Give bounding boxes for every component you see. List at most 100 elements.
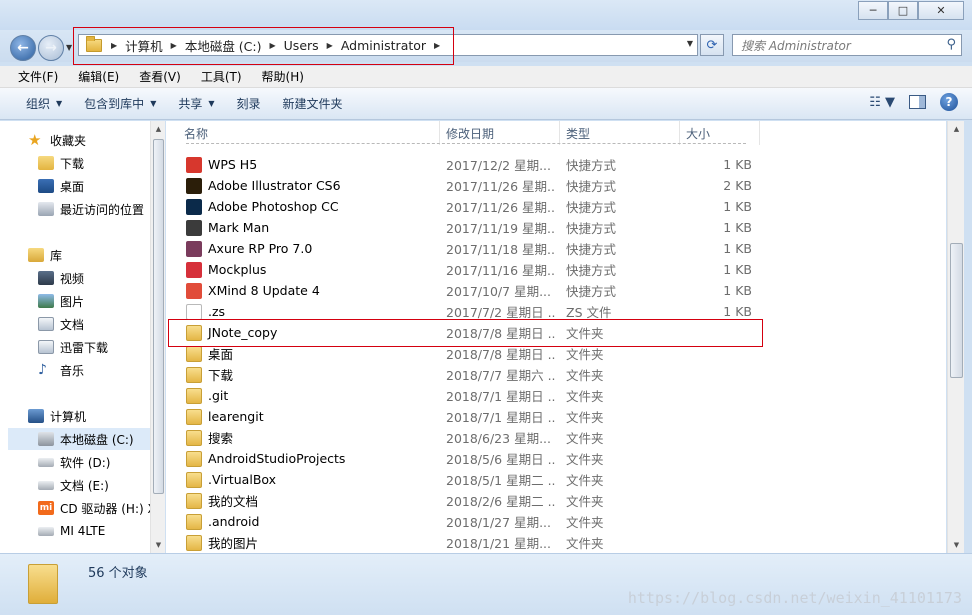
file-name-cell[interactable]: learengit bbox=[186, 406, 436, 427]
table-row[interactable]: Mockplus 2017/11/16 星期... 快捷方式 1 KB bbox=[166, 259, 946, 280]
table-row[interactable]: learengit 2018/7/1 星期日 ... 文件夹 bbox=[166, 406, 946, 427]
nav-libraries[interactable]: 库 bbox=[28, 244, 62, 266]
table-row[interactable]: .VirtualBox 2018/5/1 星期二 ... 文件夹 bbox=[166, 469, 946, 490]
file-name-cell[interactable]: .android bbox=[186, 511, 436, 532]
table-row[interactable]: Adobe Photoshop CC 2017/11/26 星期... 快捷方式 1 … bbox=[166, 196, 946, 217]
nav-thunder-downloads[interactable]: 迅雷下载 bbox=[38, 336, 108, 358]
breadcrumb-arrow-icon[interactable]: ▶ bbox=[265, 41, 281, 50]
nav-pictures[interactable]: 图片 bbox=[38, 290, 84, 312]
table-row[interactable]: WPS H5 2017/12/2 星期... 快捷方式 1 KB bbox=[166, 154, 946, 175]
file-name-cell[interactable]: Axure RP Pro 7.0 bbox=[186, 238, 436, 259]
column-header-type[interactable]: 类型 bbox=[560, 121, 680, 145]
file-name-cell[interactable]: .zs bbox=[186, 301, 436, 322]
table-row[interactable]: 我的文档 2018/2/6 星期二 ... 文件夹 bbox=[166, 490, 946, 511]
nav-music[interactable]: ♪ 音乐 bbox=[38, 359, 84, 381]
file-list-scrollbar[interactable]: ▲ ▼ bbox=[947, 121, 964, 553]
maximize-button[interactable]: □ bbox=[888, 1, 918, 20]
file-name-cell[interactable]: XMind 8 Update 4 bbox=[186, 280, 436, 301]
breadcrumb-arrow-icon[interactable]: ▶ bbox=[429, 41, 445, 50]
breadcrumb-computer[interactable]: 计算机 bbox=[122, 35, 166, 55]
file-name-cell[interactable]: JNote_copy bbox=[186, 322, 436, 343]
scroll-up-icon[interactable]: ▲ bbox=[151, 121, 166, 137]
breadcrumb-arrow-icon[interactable]: ▶ bbox=[166, 41, 182, 50]
file-list-scroll-thumb[interactable] bbox=[950, 243, 963, 378]
preview-pane-icon[interactable] bbox=[909, 95, 926, 109]
table-row[interactable]: .android 2018/1/27 星期... 文件夹 bbox=[166, 511, 946, 532]
table-row[interactable]: 我的图片 2018/1/21 星期... 文件夹 bbox=[166, 532, 946, 553]
back-button[interactable]: ← bbox=[10, 35, 36, 61]
nav-drive-d[interactable]: 软件 (D:) bbox=[38, 451, 110, 473]
table-row[interactable]: Adobe Illustrator CS6 2017/11/26 星期... 快捷方… bbox=[166, 175, 946, 196]
file-name-cell[interactable]: Mark Man bbox=[186, 217, 436, 238]
table-row[interactable]: XMind 8 Update 4 2017/10/7 星期... 快捷方式 1 KB bbox=[166, 280, 946, 301]
scroll-down-icon[interactable]: ▼ bbox=[151, 537, 166, 553]
nav-videos[interactable]: 视频 bbox=[38, 267, 84, 289]
file-name-cell[interactable]: 我的文档 bbox=[186, 490, 436, 511]
breadcrumb-local-disk[interactable]: 本地磁盘 (C:) bbox=[182, 35, 265, 55]
table-row[interactable]: Axure RP Pro 7.0 2017/11/18 星期... 快捷方式 1 KB bbox=[166, 238, 946, 259]
menu-help[interactable]: 帮助(H) bbox=[252, 68, 314, 85]
share-button[interactable]: 共享 ▼ bbox=[170, 95, 228, 112]
nav-scroll-thumb[interactable] bbox=[153, 139, 164, 494]
file-name-cell[interactable]: 下载 bbox=[186, 364, 436, 385]
file-name-cell[interactable]: Mockplus bbox=[186, 259, 436, 280]
refresh-button[interactable]: ⟳ bbox=[700, 34, 724, 56]
organize-button[interactable]: 组织 ▼ bbox=[18, 95, 76, 112]
file-name-cell[interactable]: 桌面 bbox=[186, 343, 436, 364]
table-row[interactable]: 下载 2018/7/7 星期六 ... 文件夹 bbox=[166, 364, 946, 385]
file-name-cell[interactable]: 搜索 bbox=[186, 427, 436, 448]
close-button[interactable]: ✕ bbox=[918, 1, 964, 20]
scroll-down-icon[interactable]: ▼ bbox=[948, 537, 965, 553]
burn-button[interactable]: 刻录 bbox=[229, 95, 275, 112]
breadcrumb-administrator[interactable]: Administrator bbox=[338, 35, 429, 55]
nav-cd-drive-h[interactable]: mi CD 驱动器 (H:) X bbox=[38, 497, 150, 519]
breadcrumb-arrow-icon[interactable]: ▶ bbox=[322, 41, 338, 50]
nav-recent-places[interactable]: 最近访问的位置 bbox=[38, 198, 144, 220]
table-row[interactable]: 桌面 2018/7/8 星期日 ... 文件夹 bbox=[166, 343, 946, 364]
search-icon[interactable]: ⚲ bbox=[946, 37, 956, 52]
file-name-cell[interactable]: Adobe Photoshop CC bbox=[186, 196, 436, 217]
table-row[interactable]: AndroidStudioProjects 2018/5/6 星期日 ... 文件夹 bbox=[166, 448, 946, 469]
file-name-cell[interactable]: 我的图片 bbox=[186, 532, 436, 553]
column-header-size[interactable]: 大小 bbox=[680, 121, 760, 145]
file-name-cell[interactable]: .git bbox=[186, 385, 436, 406]
file-name-cell[interactable]: WPS H5 bbox=[186, 154, 436, 175]
scroll-up-icon[interactable]: ▲ bbox=[948, 121, 965, 137]
nav-favorites[interactable]: ★ 收藏夹 bbox=[28, 129, 86, 151]
minimize-button[interactable]: ─ bbox=[858, 1, 888, 20]
nav-scrollbar[interactable]: ▲ ▼ bbox=[150, 121, 165, 553]
menu-file[interactable]: 文件(F) bbox=[8, 68, 68, 85]
new-folder-button[interactable]: 新建文件夹 bbox=[275, 95, 357, 112]
table-row[interactable]: .git 2018/7/1 星期日 ... 文件夹 bbox=[166, 385, 946, 406]
nav-drive-e[interactable]: 文档 (E:) bbox=[38, 474, 109, 496]
file-name-cell[interactable]: .VirtualBox bbox=[186, 469, 436, 490]
nav-documents[interactable]: 文档 bbox=[38, 313, 84, 335]
change-view-icon[interactable]: ☷ ▼ bbox=[869, 95, 895, 110]
menu-view[interactable]: 查看(V) bbox=[129, 68, 191, 85]
column-header-date[interactable]: 修改日期 bbox=[440, 121, 560, 145]
file-name-cell[interactable]: AndroidStudioProjects bbox=[186, 448, 436, 469]
nav-mi-4lte[interactable]: MI 4LTE bbox=[38, 520, 105, 542]
menu-edit[interactable]: 编辑(E) bbox=[68, 68, 129, 85]
help-icon[interactable]: ? bbox=[940, 93, 958, 111]
table-row[interactable]: .zs 2017/7/2 星期日 ... ZS 文件 1 KB bbox=[166, 301, 946, 322]
nav-downloads[interactable]: 下载 bbox=[38, 152, 84, 174]
include-in-library-button[interactable]: 包含到库中 ▼ bbox=[76, 95, 170, 112]
breadcrumb-users[interactable]: Users bbox=[281, 35, 322, 55]
nav-computer[interactable]: 计算机 bbox=[28, 405, 86, 427]
file-name-cell[interactable]: Adobe Illustrator CS6 bbox=[186, 175, 436, 196]
nav-desktop[interactable]: 桌面 bbox=[38, 175, 84, 197]
breadcrumb-arrow-icon[interactable]: ▶ bbox=[106, 41, 122, 50]
table-row[interactable]: JNote_copy 2018/7/8 星期日 ... 文件夹 bbox=[166, 322, 946, 343]
nav-local-disk-c[interactable]: 本地磁盘 (C:) bbox=[8, 428, 150, 450]
column-header-name[interactable]: 名称 bbox=[178, 121, 440, 145]
table-row[interactable]: Mark Man 2017/11/19 星期... 快捷方式 1 KB bbox=[166, 217, 946, 238]
recent-pages-dropdown-icon[interactable]: ▼ bbox=[66, 43, 72, 52]
search-input[interactable]: 搜索 Administrator ⚲ bbox=[732, 34, 962, 56]
forward-button[interactable]: → bbox=[38, 35, 64, 61]
address-bar[interactable]: ▶ 计算机 ▶ 本地磁盘 (C:) ▶ Users ▶ Administrato… bbox=[78, 34, 698, 56]
refresh-icon: ⟳ bbox=[706, 37, 718, 53]
menu-tools[interactable]: 工具(T) bbox=[191, 68, 252, 85]
table-row[interactable]: 搜索 2018/6/23 星期... 文件夹 bbox=[166, 427, 946, 448]
address-dropdown-icon[interactable]: ▼ bbox=[687, 39, 693, 48]
